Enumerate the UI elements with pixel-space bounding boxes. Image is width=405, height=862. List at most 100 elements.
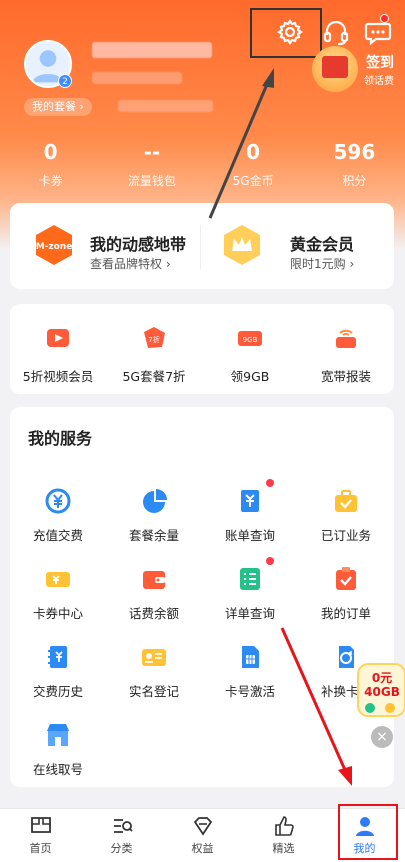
diamond-icon [193, 817, 212, 836]
membership-card: M-zone 我的动感地带 查看品牌特权 › 黄金会员 限时1元购 › [10, 203, 394, 289]
service-label: 卡号激活 [224, 684, 275, 699]
service-label: 套餐余量 [128, 528, 179, 543]
floating-free-data-coupon[interactable]: 0元 40GB [356, 662, 405, 718]
stat-label: 卡券 [38, 174, 63, 188]
data-card-icon: 9GB [238, 331, 262, 346]
id-card-icon [142, 649, 166, 666]
home-icon [30, 817, 51, 833]
service-online-ticket[interactable]: 在线取号 [10, 721, 106, 791]
order-icon [336, 567, 356, 590]
gold-member-entry[interactable]: 黄金会员 限时1元购 › [202, 203, 394, 289]
wifi-router-icon [336, 329, 356, 348]
service-label: 话费余额 [128, 606, 179, 621]
wallet-icon [143, 571, 165, 589]
service-subscribed[interactable]: 已订业务 [298, 487, 394, 557]
promo-label: 5折视频会员 [22, 369, 94, 384]
pie-chart-icon [143, 489, 167, 513]
stat-points[interactable]: 596 积分 [304, 140, 405, 190]
yuan-circle-icon [45, 488, 71, 514]
avatar-level-badge: 2 [58, 74, 72, 88]
service-real-name[interactable]: 实名登记 [106, 643, 202, 713]
divider [200, 225, 201, 269]
promo-broadband[interactable]: 宽带报装 [298, 304, 394, 394]
chat-icon[interactable] [364, 18, 392, 46]
tab-home[interactable]: 首页 [0, 809, 81, 862]
promo-5g-plan[interactable]: 7折 5G套餐7折 [106, 304, 202, 394]
signin-button[interactable]: 签到 领话费 [312, 46, 405, 92]
tab-category[interactable]: 分类 [81, 809, 162, 862]
promo-video-vip[interactable]: 5折视频会员 [10, 304, 106, 394]
list-icon [240, 568, 260, 590]
service-plan-balance[interactable]: 套餐余量 [106, 487, 202, 557]
stats-row: 0 卡券 -- 流量钱包 0 5G金币 596 积分 [0, 140, 405, 190]
stat-value: 0 [43, 140, 58, 164]
svg-text:0元: 0元 [372, 671, 392, 685]
gold-member-subtitle: 限时1元购 › [290, 257, 355, 271]
svg-text:9GB: 9GB [243, 336, 258, 344]
masked-phone [92, 72, 182, 84]
my-plan-link[interactable]: 我的套餐 › [24, 98, 92, 116]
service-balance[interactable]: 话费余额 [106, 565, 202, 635]
stat-data-wallet[interactable]: -- 流量钱包 [101, 140, 202, 190]
service-recharge[interactable]: 充值交费 [10, 487, 106, 557]
stat-label: 流量钱包 [127, 174, 176, 188]
mzone-entry[interactable]: M-zone 我的动感地带 查看品牌特权 › [10, 203, 200, 289]
service-label: 已订业务 [320, 528, 371, 543]
service-label: 在线取号 [32, 762, 83, 777]
tab-label: 精选 [272, 842, 295, 855]
bill-icon [241, 490, 259, 512]
message-unread-dot [380, 14, 389, 23]
promo-label: 领9GB [230, 369, 270, 384]
service-my-orders[interactable]: 我的订单 [298, 565, 394, 635]
promo-label: 5G套餐7折 [122, 369, 186, 384]
svg-text:M-zone: M-zone [36, 242, 73, 252]
service-label: 我的订单 [320, 606, 371, 621]
service-detail-query[interactable]: 详单查询 [202, 565, 298, 635]
service-coupon-center[interactable]: 卡券中心 [10, 565, 106, 635]
service-sim-activation[interactable]: 卡号激活 [202, 643, 298, 713]
signin-subtitle: 领话费 [364, 76, 394, 87]
stat-coupons[interactable]: 0 卡券 [0, 140, 101, 190]
headset-icon[interactable] [322, 18, 350, 46]
masked-plan [118, 100, 213, 112]
promo-card: 5折视频会员 7折 5G套餐7折 9GB 领9GB 宽带报装 [10, 304, 394, 394]
tab-featured[interactable]: 精选 [243, 809, 324, 862]
service-label: 实名登记 [128, 684, 179, 699]
store-icon [47, 724, 69, 746]
service-label: 充值交费 [32, 528, 83, 543]
gear-icon[interactable] [276, 18, 304, 46]
notification-dot [266, 557, 274, 565]
notification-dot [266, 479, 274, 487]
service-label: 详单查询 [224, 606, 275, 621]
mzone-subtitle: 查看品牌特权 › [90, 257, 171, 271]
service-label: 卡券中心 [32, 606, 83, 621]
tab-label: 权益 [191, 842, 214, 855]
service-payment-history[interactable]: 交费历史 [10, 643, 106, 713]
video-icon [47, 329, 69, 347]
stat-5g-coins[interactable]: 0 5G金币 [203, 140, 304, 190]
svg-text:7折: 7折 [148, 335, 159, 344]
stat-label: 5G金币 [232, 174, 274, 188]
gift-icon [322, 56, 348, 78]
briefcase-check-icon [335, 490, 357, 512]
stat-value: 596 [333, 140, 376, 164]
service-label: 交费历史 [32, 684, 83, 699]
masked-username [92, 42, 212, 58]
tab-label: 首页 [29, 842, 52, 855]
history-icon [48, 646, 67, 668]
data-coupon-icon: 0元 40GB [357, 663, 405, 717]
close-icon[interactable]: × [371, 726, 393, 748]
stat-label: 积分 [342, 174, 367, 188]
stat-value: 0 [246, 140, 261, 164]
gold-member-title: 黄金会员 [290, 235, 355, 254]
sim-card-icon [242, 646, 259, 668]
services-title: 我的服务 [28, 429, 93, 448]
category-icon [113, 819, 133, 833]
tab-benefits[interactable]: 权益 [162, 809, 243, 862]
mzone-logo-icon: M-zone [36, 225, 73, 265]
svg-text:40GB: 40GB [364, 685, 400, 699]
mzone-title: 我的动感地带 [90, 235, 187, 254]
promo-label: 宽带报装 [320, 369, 371, 384]
promo-9gb[interactable]: 9GB 领9GB [202, 304, 298, 394]
service-bill-query[interactable]: 账单查询 [202, 487, 298, 557]
